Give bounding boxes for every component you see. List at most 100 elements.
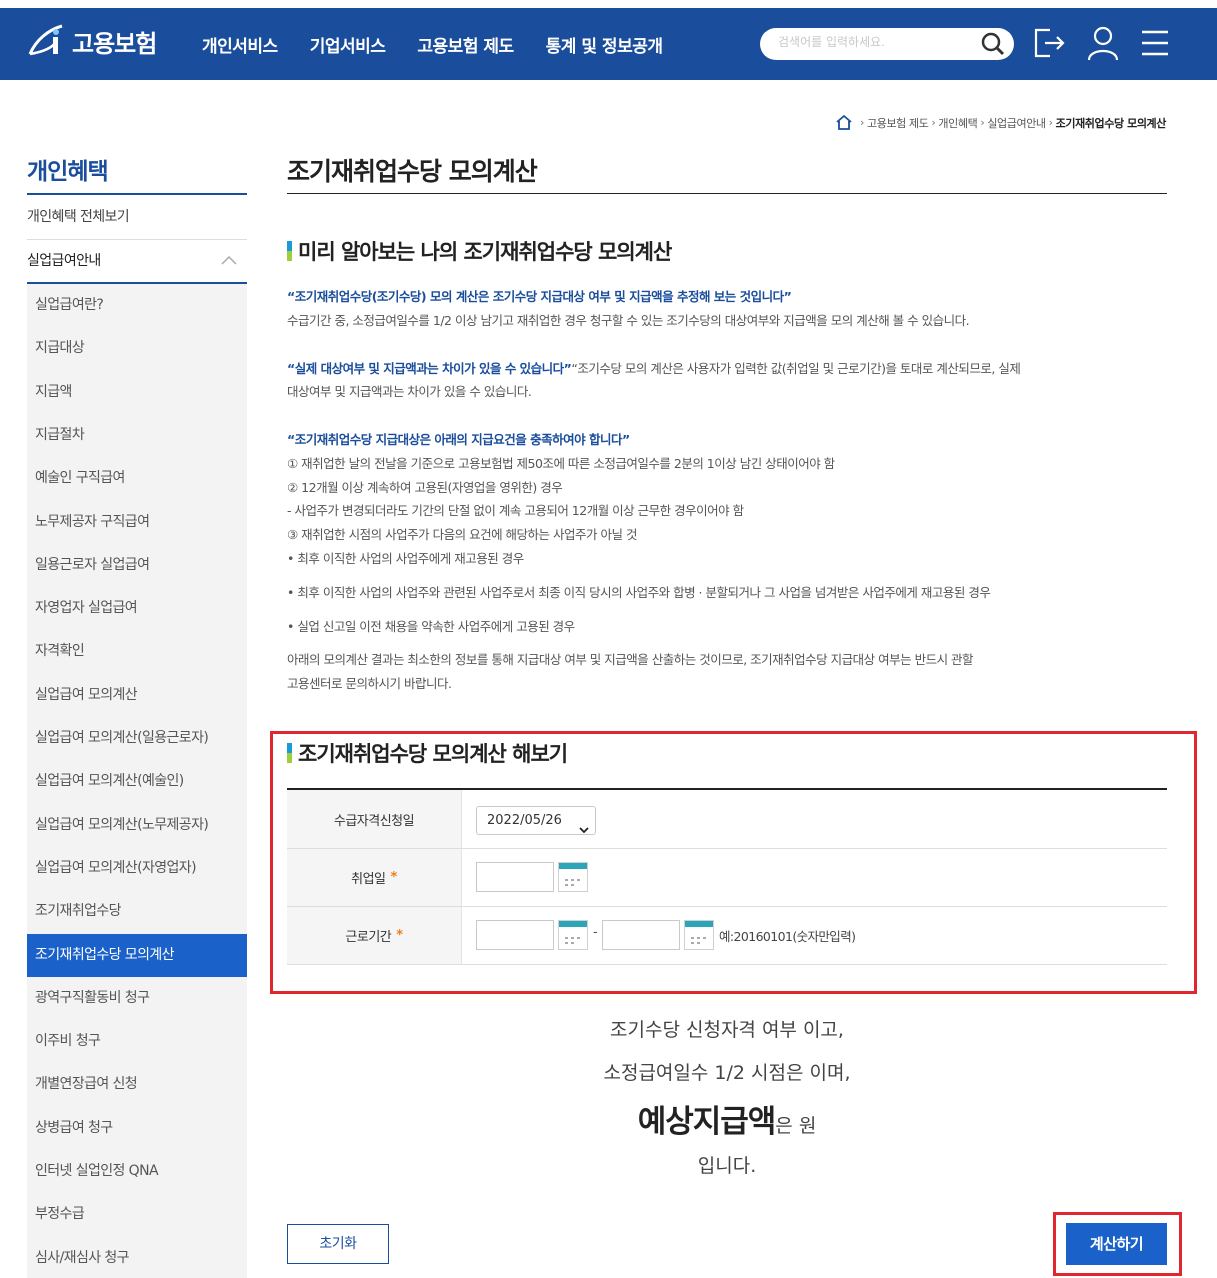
sidebar-item[interactable]: 조기재취업수당 모의계산 [27,933,247,977]
sidebar-item[interactable]: 이주비 청구 [27,1020,247,1063]
breadcrumb-separator-icon: › [1048,116,1053,129]
site-logo[interactable]: 고용보험 [26,20,157,62]
form-row-work-period: 근로기간 * - 예:20160101(숫자만입력) [287,907,1167,965]
nav-insurance-system[interactable]: 고용보험 제도 [417,32,514,57]
calendar-icon[interactable] [684,920,714,950]
section-title: 미리 알아보는 나의 조기재취업수당 모의계산 [287,236,672,266]
breadcrumb: › 고용보험 제도 › 개인혜택 › 실업급여안내 › 조기재취업수당 모의계산 [835,114,1166,131]
requirement-line: ② 12개월 이상 계속하여 고용된(자영업을 영위한) 경우 [287,480,563,495]
logo-icon [26,20,68,62]
logout-icon[interactable] [1032,26,1066,64]
result-line: 소정급여일수 1/2 시점은 이며, [603,1062,851,1084]
sidebar-item[interactable]: 개별연장급여 신청 [27,1063,247,1106]
search-box [760,28,1014,60]
sidebar-item[interactable]: 예술인 구직급여 [27,457,247,500]
result-line: 입니다. [697,1155,757,1177]
section-title-text: 미리 알아보는 나의 조기재취업수당 모의계산 [298,240,672,264]
requirement-line: • 최후 이직한 사업의 사업주에게 재고용된 경우 [287,551,524,566]
requirement-line: - 사업주가 변경되더라도 기간의 단절 없이 계속 고용되어 12개월 이상 … [287,503,744,518]
breadcrumb-item[interactable]: 개인혜택 [938,115,977,131]
top-header: 고용보험 개인서비스 기업서비스 고용보험 제도 통계 및 정보공개 [0,8,1217,80]
breadcrumb-separator-icon: › [980,116,985,129]
global-nav: 개인서비스 기업서비스 고용보험 제도 통계 및 정보공개 [202,32,663,57]
sidebar-item[interactable]: 실업급여 모의계산(일용근로자) [27,717,247,760]
sidebar-item[interactable]: 실업급여 모의계산 [27,674,247,717]
sidebar-item[interactable]: 지급절차 [27,414,247,457]
divider [27,239,247,240]
work-period-end-input[interactable] [602,920,680,950]
apply-date-value: 2022/05/26 [487,813,562,828]
chevron-up-icon [221,253,237,269]
sidebar-item-all-benefits[interactable]: 개인혜택 전체보기 [27,206,130,226]
requirement-line: • 실업 신고일 이전 채용을 약속한 사업주에게 고용된 경우 [287,619,575,634]
sidebar-item[interactable]: 광역구직활동비 청구 [27,977,247,1020]
divider [287,193,1167,194]
result-amount-label: 예상지급액 [637,1104,777,1140]
requirement-line: • 최후 이직한 사업의 사업주와 관련된 사업주로서 최종 이직 당시의 사업… [287,585,991,600]
sidebar-item[interactable]: 실업급여 모의계산(노무제공자) [27,804,247,847]
sidebar-item[interactable]: 조기재취업수당 [27,890,247,933]
sidebar-item[interactable]: 상병급여 청구 [27,1107,247,1150]
result-amount-suffix: 은 원 [775,1115,817,1137]
reset-button[interactable]: 초기화 [287,1224,389,1264]
calendar-icon[interactable] [558,862,588,892]
search-input[interactable] [778,35,978,49]
info-text: 대상여부 및 지급액과는 차이가 있을 수 있습니다. [287,384,532,399]
search-icon[interactable] [980,31,1006,61]
sidebar-item[interactable]: 일용근로자 실업급여 [27,544,247,587]
sidebar-item[interactable]: 실업급여 모의계산(예술인) [27,760,247,803]
home-icon[interactable] [835,114,853,131]
breadcrumb-item[interactable]: 실업급여안내 [987,115,1046,131]
breadcrumb-current: 조기재취업수당 모의계산 [1055,116,1167,130]
apply-date-select[interactable]: 2022/05/26 [476,806,596,835]
requirement-line: ③ 재취업한 시점의 사업주가 다음의 요건에 해당하는 사업주가 아닐 것 [287,527,637,542]
info-heading: “조기재취업수당 지급대상은 아래의 지급요건을 충족하여야 합니다” [287,432,630,447]
nav-statistics[interactable]: 통계 및 정보공개 [546,32,663,57]
sidebar-group-unemployment[interactable]: 실업급여안내 [27,250,247,270]
sidebar-item[interactable]: 지급대상 [27,327,247,370]
sidebar-item[interactable]: 심사/재심사 청구 [27,1237,247,1278]
job-date-input[interactable] [476,862,554,892]
user-icon[interactable] [1086,26,1120,66]
form-row-apply-date: 수급자격신청일 2022/05/26 [287,790,1167,849]
sidebar-item[interactable]: 실업급여란? [27,284,247,327]
form-row-job-date: 취업일 * [287,849,1167,907]
logo-text: 고용보험 [72,29,157,58]
section-title: 조기재취업수당 모의계산 해보기 [287,738,568,768]
notice-text: 고용센터로 문의하시기 바랍니다. [287,676,452,691]
work-period-start-input[interactable] [476,920,554,950]
menu-icon[interactable] [1141,30,1169,60]
notice-text: 아래의 모의계산 결과는 최소한의 정보를 통해 지급대상 여부 및 지급액을 … [287,652,974,667]
info-paragraph: “실제 대상여부 및 지급액과는 차이가 있을 수 있습니다”“조기수당 모의 … [287,357,1157,380]
result-amount: 예상지급액은 원 [287,1096,1167,1141]
breadcrumb-separator-icon: › [931,116,936,129]
sidebar-item[interactable]: 실업급여 모의계산(자영업자) [27,847,247,890]
sidebar-item[interactable]: 자영업자 실업급여 [27,587,247,630]
sidebar-item[interactable]: 부정수급 [27,1193,247,1236]
sidebar-title: 개인혜택 [27,159,109,185]
breadcrumb-separator-icon: › [860,116,864,129]
sidebar-item[interactable]: 인터넷 실업인정 QNA [27,1150,247,1193]
nav-company-service[interactable]: 기업서비스 [310,32,386,57]
section-marker-icon [287,743,292,763]
sidebar-item[interactable]: 자격확인 [27,630,247,673]
sidebar-item[interactable]: 노무제공자 구직급여 [27,501,247,544]
apply-date-label: 수급자격신청일 [333,813,415,829]
calculate-button[interactable]: 계산하기 [1066,1223,1167,1265]
chevron-down-icon [579,817,589,844]
calendar-icon[interactable] [558,920,588,950]
result-line: 조기수당 신청자격 여부 이고, [610,1019,844,1041]
info-text: 수급기간 중, 소정급여일수를 1/2 이상 남기고 재취업한 경우 청구할 수… [287,313,970,328]
sidebar-submenu: 실업급여란? 지급대상 지급액 지급절차 예술인 구직급여 노무제공자 구직급여 일용근로자… [27,284,247,1278]
required-mark: * [390,870,398,885]
work-period-label: 근로기간 [345,930,392,945]
form-label: 근로기간 * [287,907,462,964]
requirement-line: ① 재취업한 날의 전날을 기준으로 고용보험법 제50조에 따른 소정급여일수… [287,456,835,471]
range-dash: - [593,925,598,940]
section-marker-icon [287,241,292,261]
sidebar-item[interactable]: 지급액 [27,371,247,414]
job-date-label: 취업일 [351,872,386,887]
breadcrumb-item[interactable]: 고용보험 제도 [867,115,929,131]
section-title-text: 조기재취업수당 모의계산 해보기 [298,742,568,766]
nav-personal-service[interactable]: 개인서비스 [202,32,278,57]
